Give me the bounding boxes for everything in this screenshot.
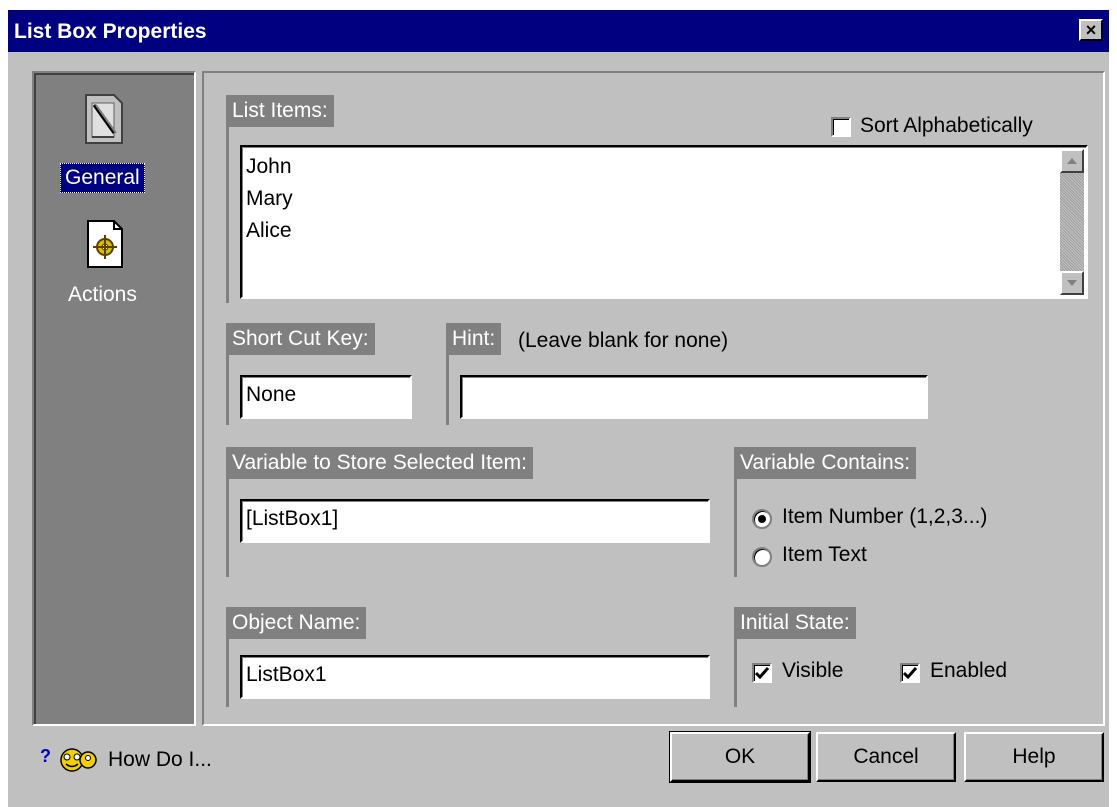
enabled-checkbox[interactable] <box>900 663 920 683</box>
sort-alphabetically-label: Sort Alphabetically <box>860 114 1033 137</box>
object-name-label: Object Name: <box>226 607 367 639</box>
list-box-properties-dialog: List Box Properties × General Actions Li… <box>8 10 1109 807</box>
shortcut-key-label: Short Cut Key: <box>226 323 375 355</box>
title-bar: List Box Properties × <box>8 10 1109 52</box>
variable-label: Variable to Store Selected Item: <box>226 447 533 479</box>
variable-contains-label: Variable Contains: <box>734 447 917 479</box>
scroll-down-button[interactable] <box>1060 271 1084 295</box>
enabled-label: Enabled <box>930 659 1008 682</box>
list-item[interactable]: Alice <box>246 215 1082 247</box>
general-panel: List Items: Sort Alphabetically John Mar… <box>202 71 1105 726</box>
visible-checkbox[interactable] <box>752 663 772 683</box>
close-icon: × <box>1085 20 1097 40</box>
ok-button[interactable]: OK <box>669 731 811 783</box>
item-text-label: Item Text <box>782 543 867 566</box>
list-item[interactable]: Mary <box>246 183 1082 215</box>
list-item[interactable]: John <box>246 151 1082 183</box>
how-do-i-label: How Do I... <box>108 748 212 771</box>
help-button[interactable]: Help <box>964 732 1104 782</box>
checkmark-icon <box>903 667 917 679</box>
sidebar-item-actions-label: Actions <box>68 283 137 306</box>
hint-note: (Leave blank for none) <box>518 329 729 352</box>
scroll-up-button[interactable] <box>1060 149 1084 173</box>
item-text-radio[interactable] <box>752 547 772 567</box>
item-number-radio[interactable] <box>752 509 772 529</box>
object-name-input[interactable]: ListBox1 <box>240 655 710 699</box>
shortcut-key-input[interactable]: None <box>240 375 412 419</box>
svg-text:?: ? <box>40 746 51 766</box>
checkmark-icon <box>755 667 769 679</box>
arrow-down-icon <box>1067 280 1077 286</box>
list-items-label: List Items: <box>226 95 334 127</box>
variable-input[interactable]: [ListBox1] <box>240 499 710 543</box>
close-button[interactable]: × <box>1079 19 1103 41</box>
pencil-ruler-document-icon <box>85 94 123 144</box>
sidebar-item-general-label: General <box>60 163 145 193</box>
arrow-up-icon <box>1067 158 1077 164</box>
sidebar: General Actions <box>32 71 196 726</box>
item-number-label: Item Number (1,2,3...) <box>782 505 988 528</box>
list-items-listbox[interactable]: John Mary Alice <box>240 145 1088 299</box>
window-title: List Box Properties <box>14 20 207 43</box>
list-scrollbar[interactable] <box>1060 149 1084 295</box>
hint-label: Hint: <box>446 323 502 355</box>
help-face-icon: ? <box>40 746 97 772</box>
gear-document-icon <box>87 220 123 268</box>
hint-input[interactable] <box>460 375 928 419</box>
visible-label: Visible <box>782 659 844 682</box>
sort-alphabetically-checkbox[interactable] <box>831 117 851 137</box>
initial-state-label: Initial State: <box>734 607 856 639</box>
cancel-button[interactable]: Cancel <box>816 732 956 782</box>
